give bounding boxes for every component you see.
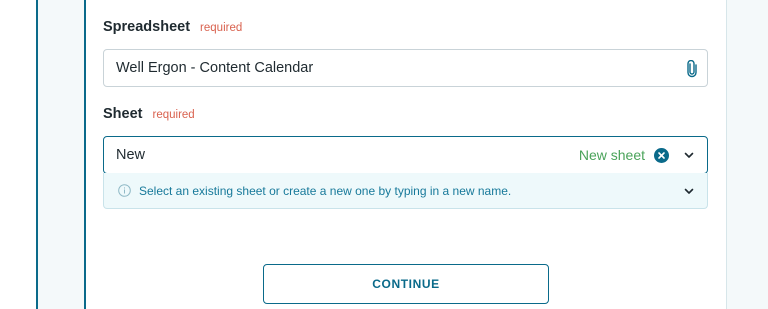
spreadsheet-label-text: Spreadsheet: [103, 19, 191, 35]
clear-circle-icon[interactable]: [654, 148, 669, 163]
left-rail: [0, 0, 38, 309]
sheet-hint-text: Select an existing sheet or create a new…: [139, 183, 512, 198]
spreadsheet-label: Spreadsheet required: [103, 19, 242, 35]
new-sheet-tag: New sheet: [578, 147, 645, 163]
spreadsheet-value: Well Ergon - Content Calendar: [116, 60, 314, 76]
sheet-label-text: Sheet: [103, 106, 143, 122]
chevron-down-icon[interactable]: [684, 150, 694, 160]
spreadsheet-required-text: required: [200, 22, 243, 34]
hint-chevron-down-icon[interactable]: [684, 186, 694, 196]
sheet-label: Sheet required: [103, 106, 195, 122]
paperclip-icon[interactable]: [685, 60, 699, 78]
spreadsheet-input[interactable]: Well Ergon - Content Calendar: [103, 49, 708, 87]
sheet-input[interactable]: New New sheet: [103, 136, 708, 174]
sheet-value: New: [116, 147, 146, 163]
continue-button[interactable]: CONTINUE: [263, 264, 549, 304]
sheet-required-text: required: [152, 109, 195, 121]
sheet-hint[interactable]: Select an existing sheet or create a new…: [103, 173, 708, 209]
info-icon: [118, 184, 131, 197]
